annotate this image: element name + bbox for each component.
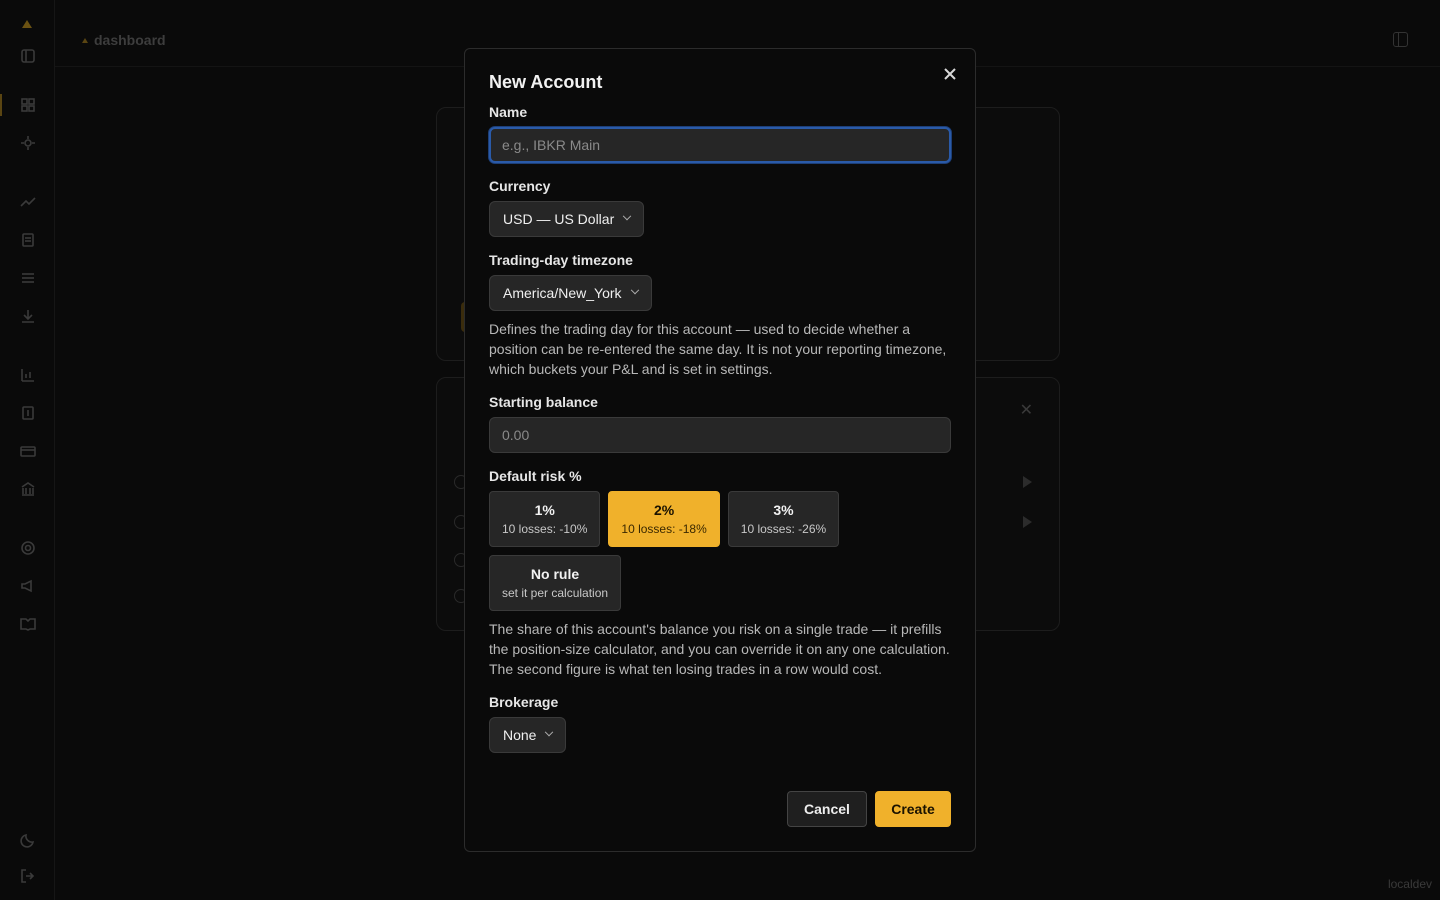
timezone-value: America/New_York — [503, 285, 622, 301]
default-risk-label: Default risk % — [489, 468, 582, 484]
new-account-dialog: New Account Name Currency USD — US Dolla… — [464, 48, 976, 852]
starting-balance-input[interactable] — [489, 417, 951, 453]
risk-option-sub: 10 losses: -10% — [502, 522, 588, 536]
currency-value: USD — US Dollar — [503, 211, 615, 227]
sidebar — [0, 0, 55, 900]
book-icon[interactable] — [19, 615, 37, 633]
close-icon — [944, 68, 956, 80]
bank-icon[interactable] — [19, 480, 37, 498]
moon-icon[interactable] — [19, 831, 37, 849]
risk-option-value: 3% — [773, 502, 794, 518]
name-input[interactable] — [489, 127, 951, 163]
close-icon: ✕ — [1019, 402, 1033, 419]
brokerage-value: None — [503, 727, 537, 743]
active-indicator — [0, 94, 2, 116]
risk-option-sub: 10 losses: -18% — [621, 522, 707, 536]
bar-chart-icon[interactable] — [19, 366, 37, 384]
risk-option-1[interactable]: 1% 10 losses: -10% — [489, 491, 601, 547]
currency-label: Currency — [489, 178, 551, 194]
list-icon[interactable] — [19, 269, 37, 287]
logout-icon[interactable] — [19, 867, 37, 885]
breadcrumb-label: dashboard — [94, 32, 166, 48]
close-button[interactable] — [941, 65, 959, 83]
calculator-icon[interactable] — [19, 134, 37, 152]
download-icon[interactable] — [19, 307, 37, 325]
risk-option-value: No rule — [530, 566, 580, 582]
risk-option-sub: 10 losses: -26% — [740, 522, 827, 536]
megaphone-icon[interactable] — [19, 577, 37, 595]
play-icon — [1023, 476, 1032, 488]
risk-option-no-rule[interactable]: No rule set it per calculation — [489, 555, 622, 611]
create-button[interactable]: Create — [875, 791, 951, 827]
card-icon[interactable] — [19, 442, 37, 460]
breadcrumb[interactable]: dashboard — [82, 32, 166, 48]
timezone-label: Trading-day timezone — [489, 252, 633, 268]
environment-tag: localdev — [1387, 877, 1432, 891]
sidebar-toggle-icon[interactable] — [19, 47, 37, 65]
dialog-title: New Account — [489, 72, 603, 92]
starting-balance-label: Starting balance — [489, 394, 598, 410]
name-label: Name — [489, 104, 528, 120]
default-risk-help: The share of this account's balance you … — [489, 621, 950, 677]
clipboard-icon[interactable] — [19, 231, 37, 249]
risk-option-2[interactable]: 2% 10 losses: -18% — [608, 491, 720, 547]
timezone-select[interactable]: America/New_York — [489, 275, 652, 311]
trending-icon[interactable] — [19, 193, 37, 211]
chevron-down-icon — [545, 727, 554, 737]
play-icon — [1023, 516, 1032, 528]
currency-select[interactable]: USD — US Dollar — [489, 201, 645, 237]
breadcrumb-icon — [82, 37, 88, 43]
cancel-button[interactable]: Cancel — [787, 791, 867, 827]
risk-option-sub: set it per calculation — [502, 586, 609, 600]
risk-option-3[interactable]: 3% 10 losses: -26% — [727, 491, 840, 547]
brokerage-select[interactable]: None — [489, 717, 567, 753]
settings-icon[interactable] — [19, 539, 37, 557]
timezone-help: Defines the trading day for this account… — [489, 321, 947, 377]
chevron-down-icon — [630, 285, 639, 295]
chevron-down-icon — [623, 211, 632, 221]
risk-option-value: 1% — [534, 502, 555, 518]
document-icon[interactable] — [19, 404, 37, 422]
risk-option-value: 2% — [653, 502, 675, 518]
dialog-footer: Cancel Create — [787, 791, 951, 827]
logo-icon — [22, 20, 32, 28]
brokerage-label: Brokerage — [489, 694, 559, 710]
panel-toggle-icon[interactable] — [1393, 32, 1408, 47]
dashboard-icon[interactable] — [19, 96, 37, 114]
